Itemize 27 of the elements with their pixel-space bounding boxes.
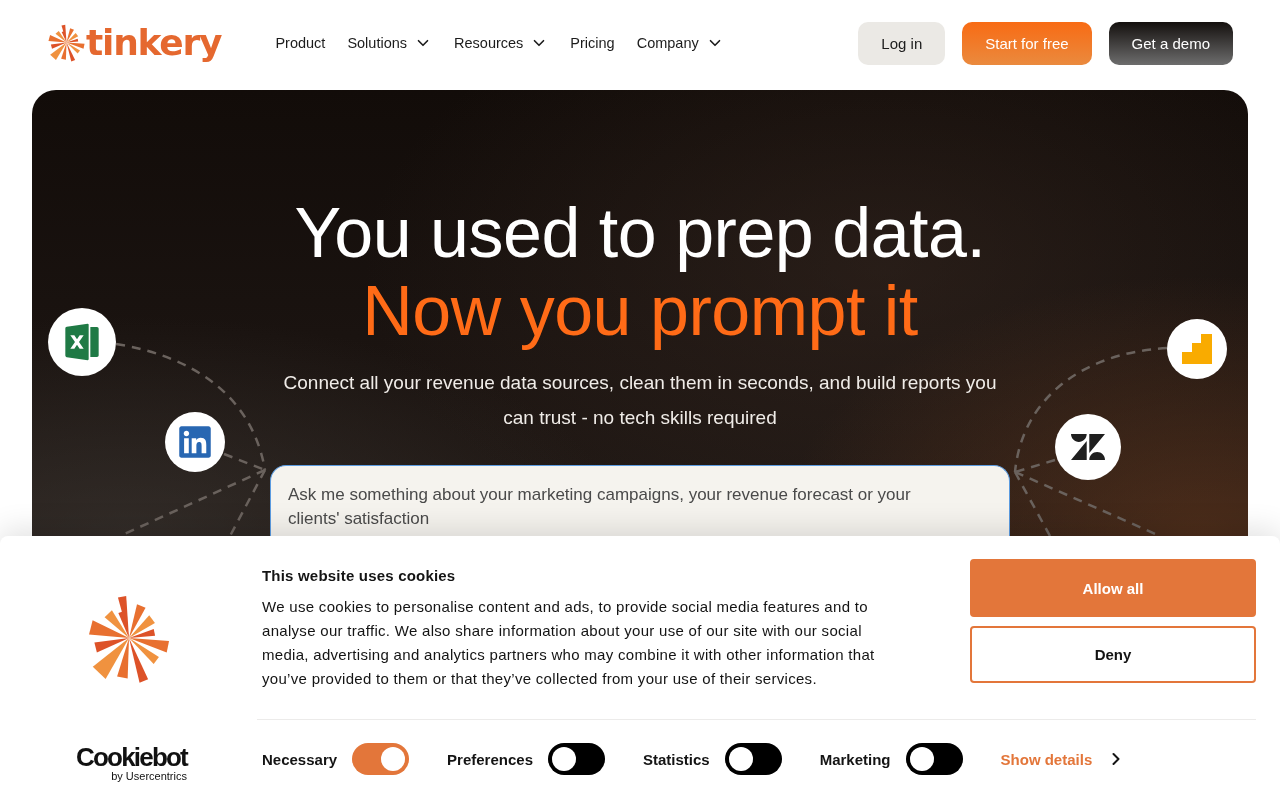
toggle-label: Marketing xyxy=(819,750,891,768)
hero-headline-accent: Now you prompt it xyxy=(362,272,918,350)
toggle-label: Statistics xyxy=(643,750,710,768)
hero-subtitle: Connect all your revenue data sources, clean them in seconds, and build reports you can trust - no tech skills required xyxy=(282,371,998,430)
stair-steps-logo-icon xyxy=(1167,319,1227,379)
nav-link[interactable]: Pricing xyxy=(570,35,615,51)
nav-link[interactable]: Product xyxy=(275,35,326,51)
toggle-label: Preferences xyxy=(447,750,533,768)
deny-button[interactable]: Deny xyxy=(970,626,1256,683)
cookie-description: We use cookies to personalise content and ads, to provide social media features and to analyse our traffic. We also share information about your use of our site with our social media, advertising and analytics partners who may combine it with other information that you’ve provided to them or that they’ve collected from your use of their services. xyxy=(262,597,876,689)
hero-headline: You used to prep data. xyxy=(294,194,986,272)
starburst-logo-icon xyxy=(48,24,85,62)
toggle-switch[interactable] xyxy=(724,743,782,775)
cookiebot-byline: by Usercentrics xyxy=(111,770,187,782)
starburst-logo-icon xyxy=(87,594,170,684)
nav-menu-item[interactable]: Solutions xyxy=(347,34,433,52)
cookie-title: This website uses cookies xyxy=(262,566,457,586)
toggle-switch[interactable] xyxy=(352,743,410,775)
cookiebot-wordmark: Cookiebot xyxy=(76,744,187,770)
login-button[interactable]: Log in xyxy=(858,21,946,65)
prompt-input[interactable]: Ask me something about your marketing campaigns, your revenue forecast or your clients' satisfaction xyxy=(270,465,1010,536)
demo-button[interactable]: Get a demo xyxy=(1108,21,1233,65)
nav-menu-item[interactable]: Company xyxy=(636,34,724,52)
toggle-switch[interactable] xyxy=(548,743,605,775)
nav-menu-item[interactable]: Resources xyxy=(454,34,549,52)
toggle-switch[interactable] xyxy=(905,743,963,775)
toggle-label: Necessary xyxy=(262,750,338,768)
